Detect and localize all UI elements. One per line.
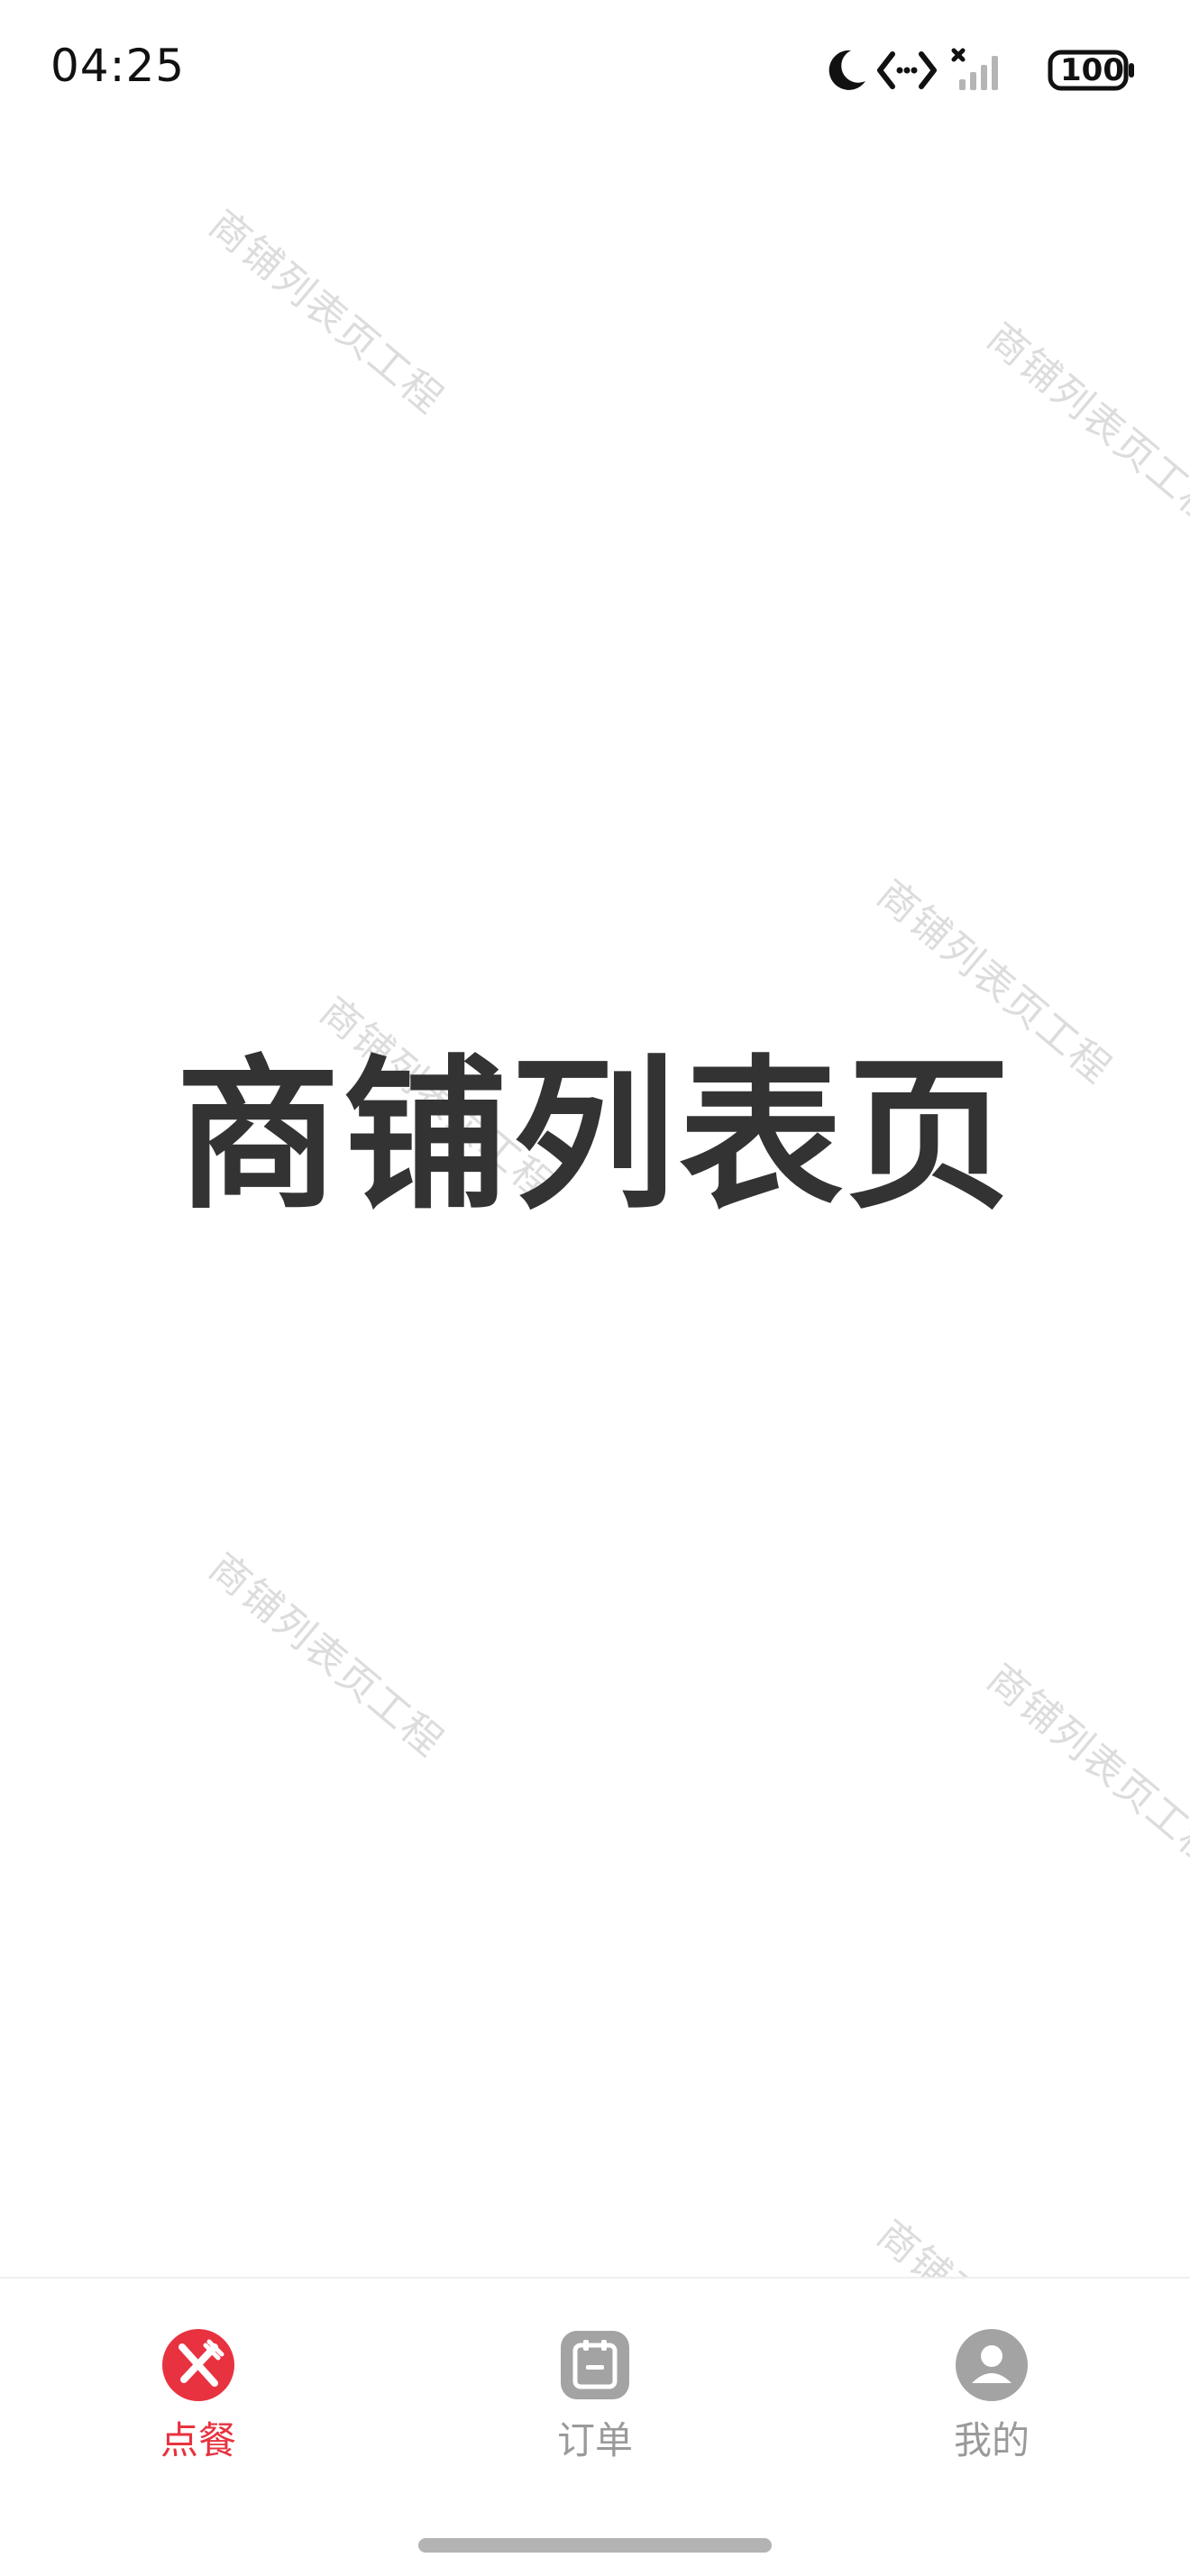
data-transfer-icon xyxy=(877,51,937,89)
watermark: 商铺列表页工程 xyxy=(200,201,453,424)
watermark: 商铺列表页工程 xyxy=(978,1655,1190,1877)
tab-order-food[interactable]: 点餐 xyxy=(99,2329,298,2509)
tab-label: 订单 xyxy=(556,2418,633,2462)
status-bar: 04:25 100 xyxy=(0,0,1190,144)
signal-icon xyxy=(951,48,998,90)
battery-level: 100 xyxy=(1060,52,1124,88)
order-icon xyxy=(561,2331,629,2399)
status-time: 04:25 xyxy=(50,40,186,92)
tab-bar: 点餐 订单 我的 xyxy=(0,2277,1190,2576)
watermark: 商铺列表页工程 xyxy=(200,1544,453,1767)
user-icon xyxy=(956,2329,1028,2401)
tab-orders[interactable]: 订单 xyxy=(496,2329,694,2509)
home-indicator[interactable] xyxy=(418,2538,772,2553)
page-title: 商铺列表页 xyxy=(176,1040,1014,1231)
watermark-layer: 商铺列表页工程 商铺列表页工程 商铺列表页工程 商铺列表页工程 商铺列表页工程 … xyxy=(0,0,1190,2574)
tab-profile[interactable]: 我的 xyxy=(892,2329,1091,2509)
watermark: 商铺列表页工程 xyxy=(978,314,1190,536)
tab-label: 我的 xyxy=(953,2418,1030,2462)
fork-knife-icon xyxy=(162,2329,234,2401)
moon-icon xyxy=(828,50,865,90)
tab-label: 点餐 xyxy=(160,2418,236,2462)
